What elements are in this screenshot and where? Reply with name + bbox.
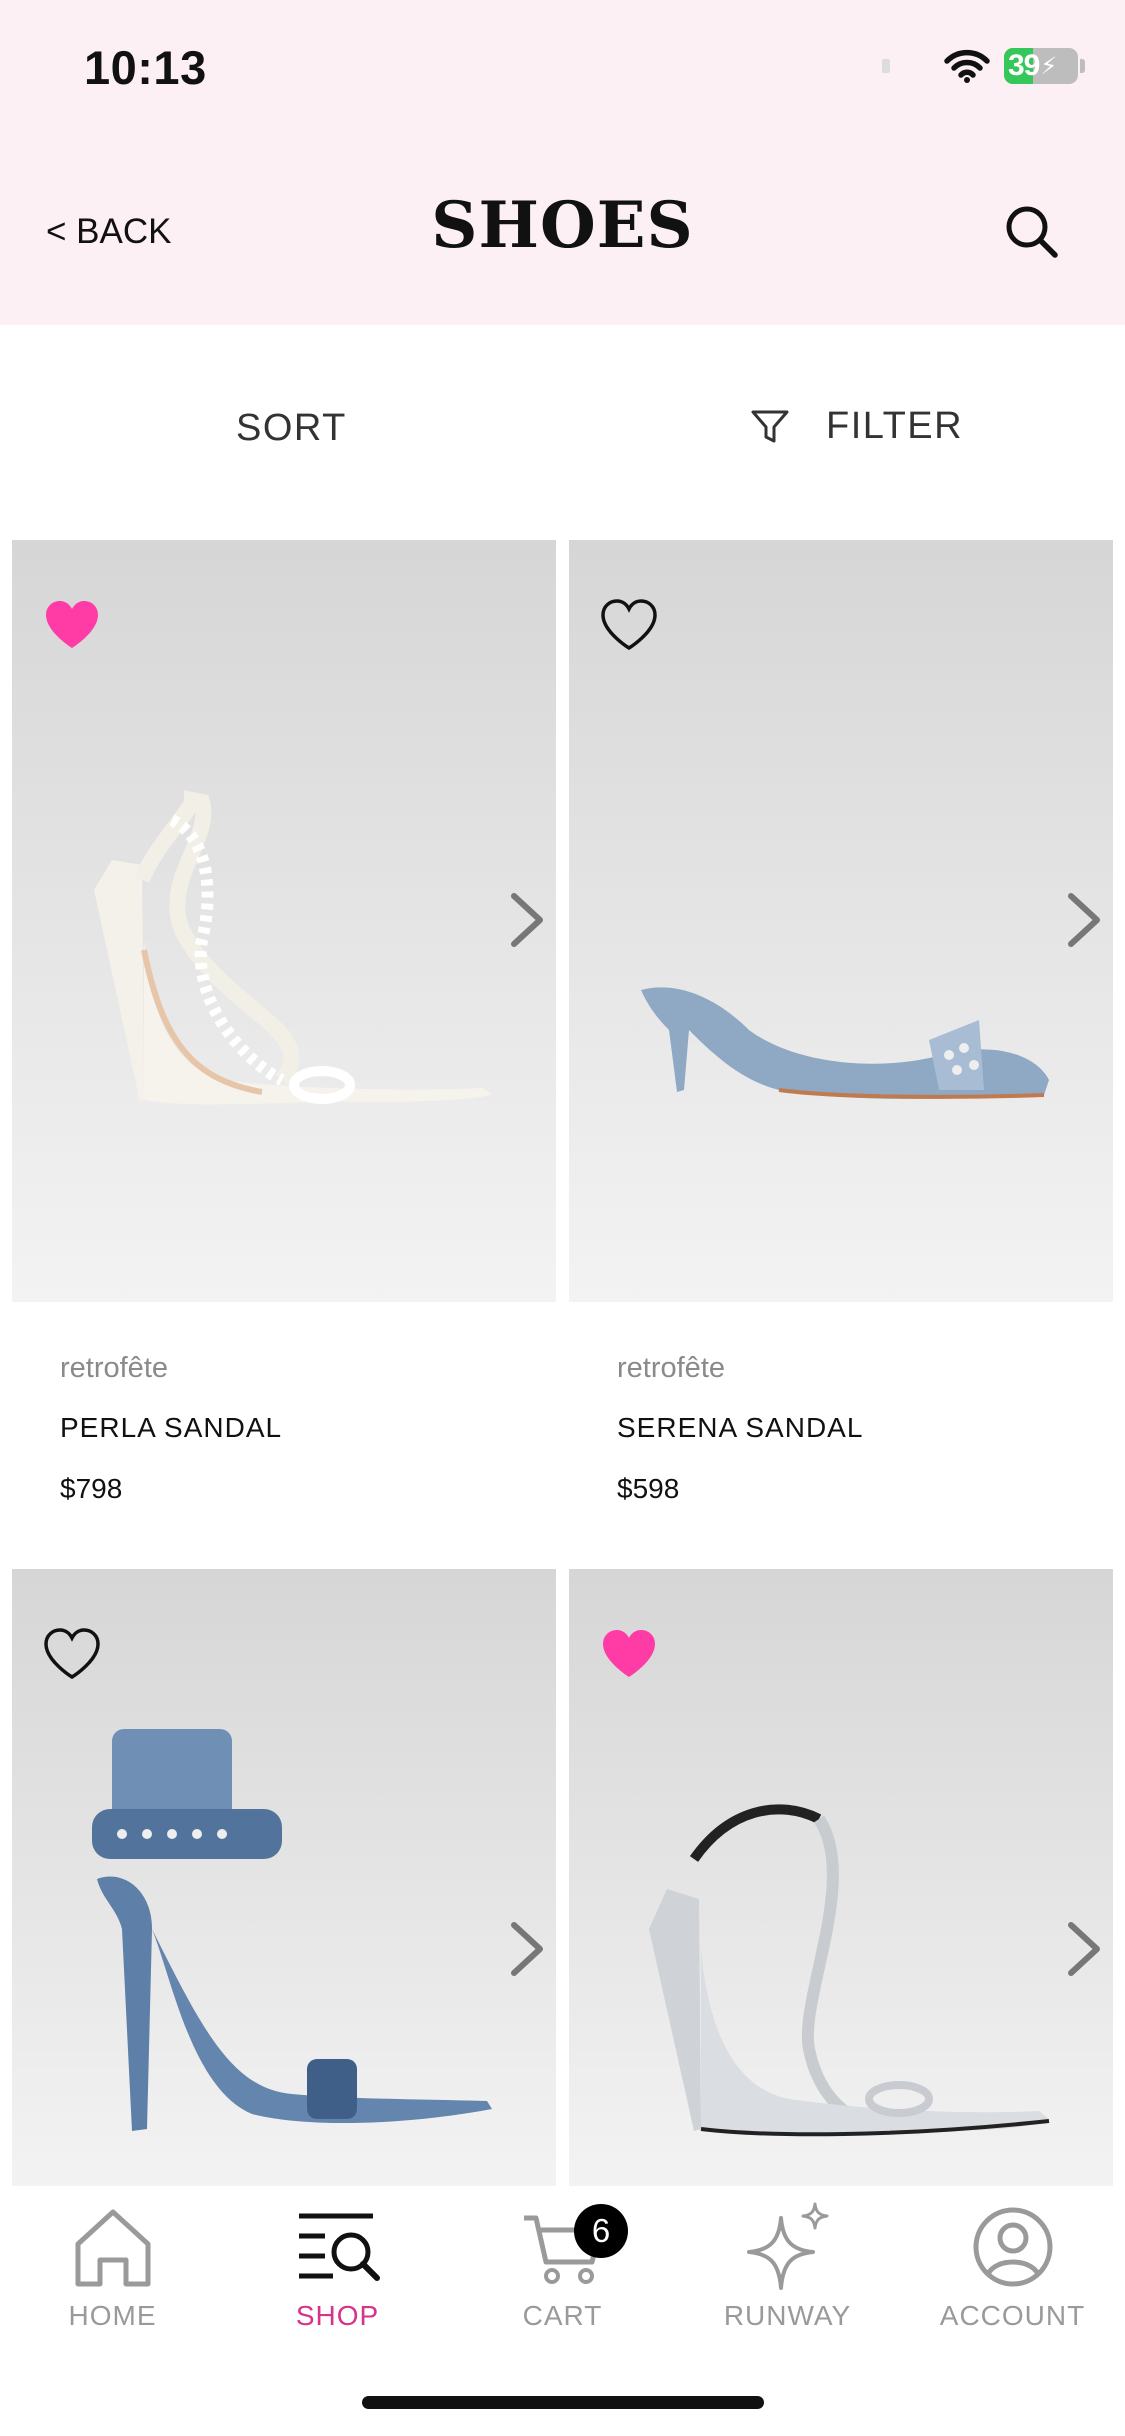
chevron-right-icon[interactable]	[1061, 890, 1107, 950]
nav-shop[interactable]: SHOP	[225, 2202, 450, 2332]
product-brand: retrofête	[617, 1352, 725, 1384]
status-time: 10:13	[84, 41, 207, 94]
battery-icon: 39 ⚡	[1004, 48, 1078, 84]
sort-filter-bar: SORT FILTER	[0, 325, 1125, 537]
product-price: $598	[617, 1473, 680, 1504]
product-card[interactable]: retrofête PERLA SANDAL $798	[12, 540, 556, 1540]
nav-shop-label: SHOP	[295, 2300, 380, 2331]
home-indicator[interactable]	[362, 2396, 764, 2409]
chevron-right-icon[interactable]	[1061, 1919, 1107, 1979]
product-image	[649, 1804, 1050, 2137]
filter-label: FILTER	[826, 405, 964, 447]
nav-cart[interactable]: 6 CART	[450, 2202, 675, 2332]
product-name: SERENA SANDAL	[617, 1412, 864, 1443]
heart-icon[interactable]	[42, 598, 102, 652]
product-image-carousel[interactable]	[569, 1569, 1113, 2189]
product-brand: retrofête	[60, 1352, 168, 1384]
product-card[interactable]: retrofête SERENA SANDAL $598	[569, 540, 1113, 1540]
product-image-carousel[interactable]	[569, 540, 1113, 1302]
product-image-carousel[interactable]	[12, 1569, 556, 2189]
header: 10:13 39 ⚡ < BACK SHOES	[0, 0, 1125, 325]
signal-dot	[882, 59, 890, 73]
heart-icon[interactable]	[42, 1627, 102, 1681]
product-image	[92, 1729, 492, 2131]
product-price: $798	[60, 1473, 123, 1504]
search-icon[interactable]	[1003, 203, 1061, 261]
back-button[interactable]: < BACK	[46, 212, 171, 252]
runway-icon	[746, 2202, 828, 2290]
shop-icon	[298, 2213, 380, 2281]
nav-runway-label: RUNWAY	[723, 2300, 852, 2331]
product-image	[94, 790, 492, 1105]
product-card[interactable]	[12, 1569, 556, 2189]
charging-bolt-icon: ⚡	[1040, 52, 1058, 80]
nav-cart-label: CART	[522, 2300, 603, 2331]
battery-level: 39	[1008, 49, 1040, 82]
product-image	[641, 987, 1049, 1099]
back-label: < BACK	[46, 212, 172, 251]
status-icons: 39 ⚡	[882, 48, 1085, 84]
heart-icon[interactable]	[599, 598, 659, 652]
chevron-right-icon[interactable]	[504, 890, 550, 950]
nav-home-label: HOME	[68, 2300, 157, 2331]
battery-cap	[1080, 59, 1085, 73]
cart-count-badge: 6	[574, 2204, 628, 2258]
product-image-carousel[interactable]	[12, 540, 556, 1302]
heart-icon[interactable]	[599, 1627, 659, 1681]
nav-account[interactable]: ACCOUNT	[900, 2202, 1125, 2332]
sort-button[interactable]: SORT	[236, 407, 347, 450]
account-icon	[973, 2207, 1052, 2287]
filter-icon	[751, 410, 789, 442]
wifi-icon	[944, 49, 990, 83]
filter-button[interactable]: FILTER	[750, 405, 963, 448]
nav-runway[interactable]: RUNWAY	[675, 2202, 900, 2332]
product-card[interactable]	[569, 1569, 1113, 2189]
nav-account-label: ACCOUNT	[939, 2300, 1086, 2331]
nav-home[interactable]: HOME	[0, 2202, 225, 2332]
home-icon	[75, 2209, 150, 2287]
product-name: PERLA SANDAL	[60, 1412, 283, 1443]
chevron-right-icon[interactable]	[504, 1919, 550, 1979]
